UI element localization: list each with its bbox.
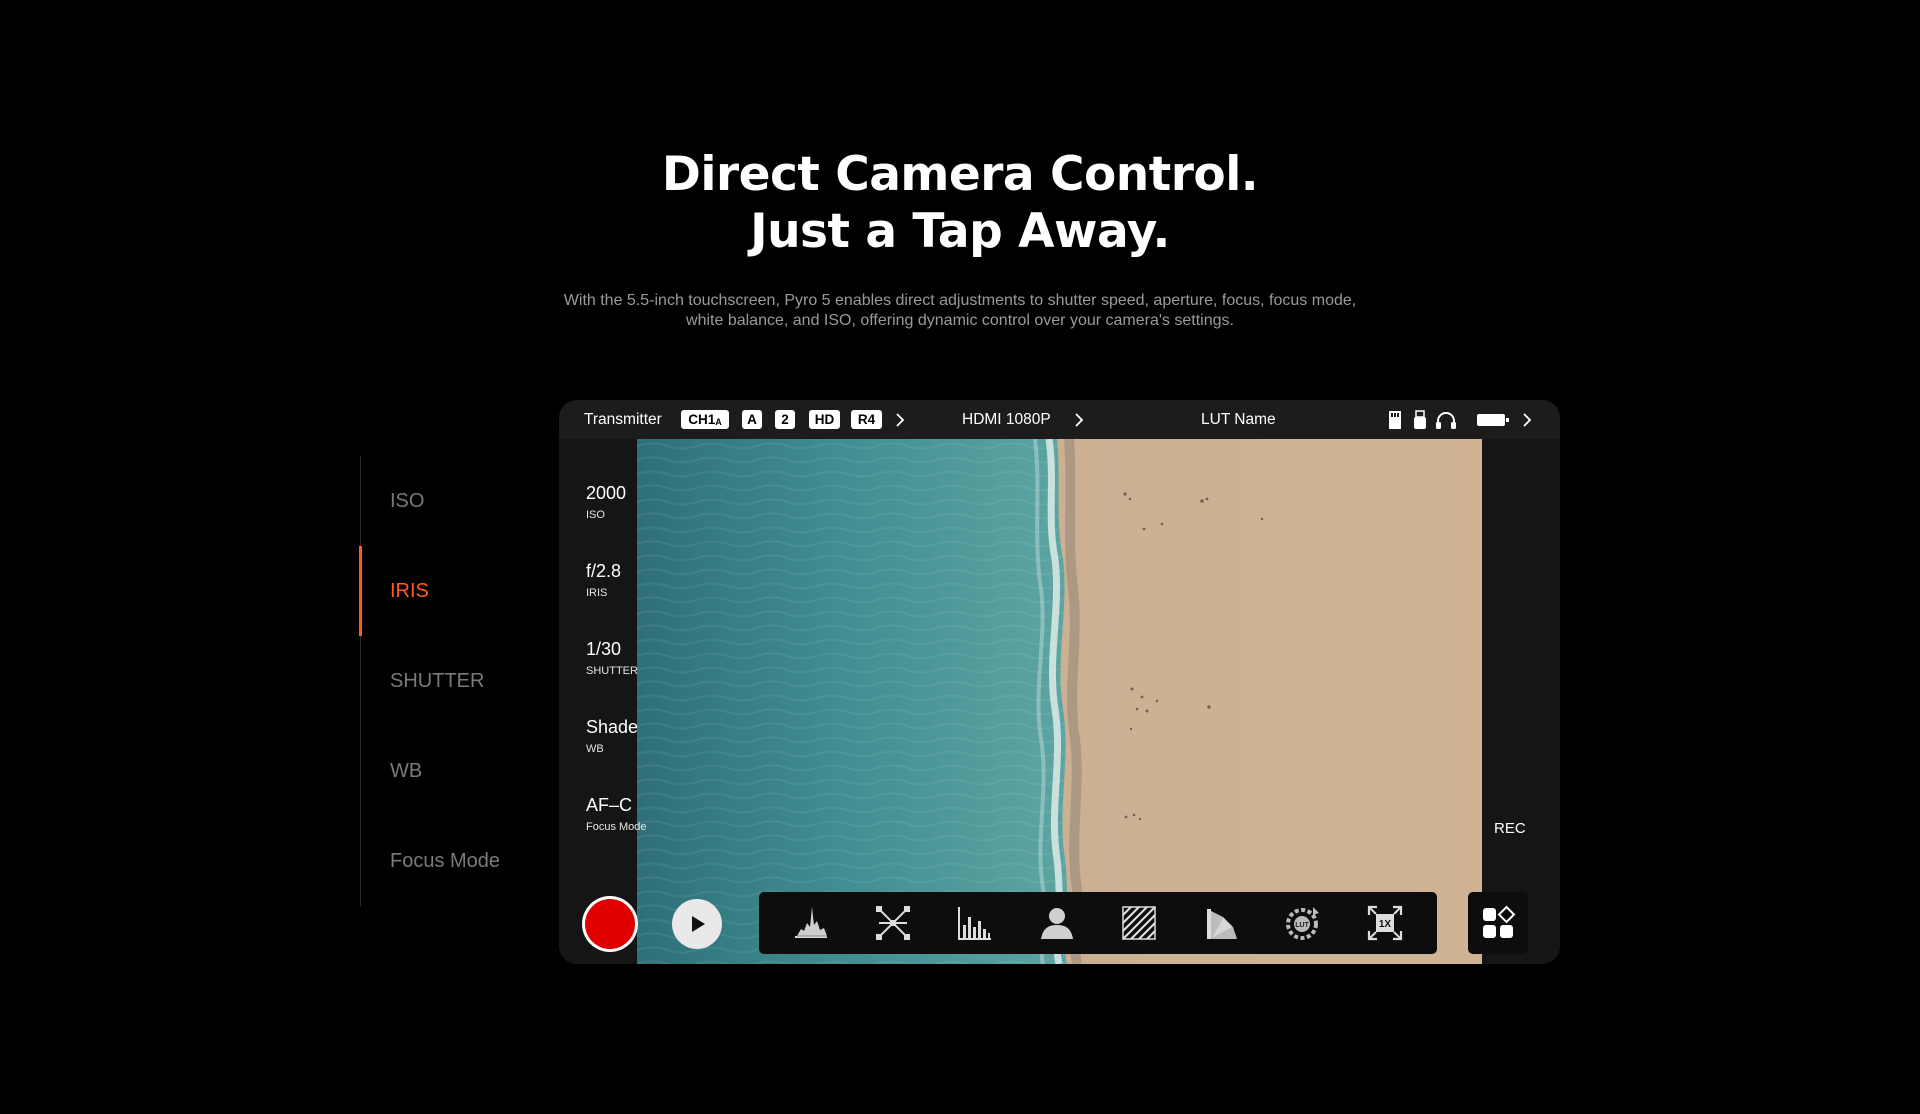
headphones-icon	[1436, 412, 1456, 429]
side-item-label: SHUTTER	[390, 669, 485, 692]
param-shutter-value: 1/30	[586, 639, 622, 659]
hero-subtitle-line-2: white balance, and ISO, offering dynamic…	[686, 312, 1234, 329]
hero-subtitle-line-1: With the 5.5-inch touchscreen, Pyro 5 en…	[563, 292, 1357, 309]
video-viewport[interactable]	[637, 439, 1482, 964]
usb-icon	[1414, 410, 1426, 429]
param-focus-mode-value: AF–C	[586, 795, 633, 815]
param-shutter-label: SHUTTER	[586, 665, 638, 677]
rec-label: REC	[1494, 820, 1526, 837]
play-icon	[692, 916, 705, 932]
hero-title: Direct Camera Control. Just a Tap Away.	[0, 146, 1920, 260]
hd-chip[interactable]: HD	[809, 410, 840, 429]
hero-title-line-2: Just a Tap Away.	[750, 204, 1170, 259]
aerial-beach-image	[637, 439, 1482, 964]
side-item-iris[interactable]: IRIS	[359, 546, 559, 636]
record-button[interactable]	[585, 899, 635, 949]
sd-card-icon	[1389, 411, 1401, 429]
param-iso-label: ISO	[586, 509, 605, 521]
top-status-bar: Transmitter CH1 A A 2 HD R4 HDMI 1080P LU…	[559, 400, 1560, 439]
lut-icon: LUT	[1286, 907, 1319, 940]
side-item-shutter[interactable]: SHUTTER	[361, 636, 561, 726]
r4-chip[interactable]: R4	[851, 410, 882, 429]
monitor-screen: 2000 ISO f/2.8 IRIS 1/30 SHUTTER Shade W…	[559, 400, 1560, 964]
zoom-level-text: 1X	[1379, 919, 1392, 930]
param-iso[interactable]: 2000 ISO	[586, 483, 626, 521]
param-iris-label: IRIS	[586, 587, 608, 599]
channel-chip-text: CH1	[688, 412, 716, 427]
apps-grid-icon	[1483, 905, 1516, 938]
param-iris[interactable]: f/2.8 IRIS	[586, 561, 621, 599]
side-item-label: Focus Mode	[390, 849, 501, 872]
histogram-icon	[958, 907, 991, 940]
param-focus-mode[interactable]: AF–C Focus Mode	[586, 795, 647, 833]
side-item-label: IRIS	[390, 579, 429, 602]
lut-tool[interactable]: LUT	[1282, 902, 1324, 944]
param-iso-value: 2000	[586, 483, 627, 503]
hero-title-line-1: Direct Camera Control.	[661, 147, 1259, 202]
zebra-tool[interactable]	[1118, 902, 1160, 944]
param-wb-label: WB	[586, 743, 604, 755]
right-panel	[1482, 439, 1560, 964]
hdmi-label[interactable]: HDMI 1080P	[962, 400, 1051, 439]
param-focus-mode-label: Focus Mode	[586, 821, 647, 833]
left-parameter-panel: 2000 ISO f/2.8 IRIS 1/30 SHUTTER Shade W…	[559, 439, 647, 964]
focus-peaking-tool[interactable]	[872, 902, 914, 944]
waveform-tool[interactable]	[790, 902, 832, 944]
histogram-tool[interactable]	[954, 902, 996, 944]
mode-2-chip[interactable]: 2	[775, 410, 795, 429]
chevron-right-icon[interactable]	[1519, 412, 1535, 428]
transmitter-label[interactable]: Transmitter	[584, 400, 662, 439]
channel-chip-sub: A	[715, 417, 722, 427]
vectorscope-tool[interactable]	[1200, 902, 1242, 944]
lut-name-label[interactable]: LUT Name	[1201, 400, 1276, 439]
side-item-label: WB	[390, 759, 423, 782]
playback-button[interactable]	[672, 899, 722, 949]
battery-icon	[1477, 414, 1509, 426]
param-wb[interactable]: Shade WB	[586, 717, 638, 755]
chevron-right-icon[interactable]	[1071, 412, 1087, 428]
zoom-tool[interactable]: 1X	[1364, 902, 1406, 944]
param-wb-value: Shade	[586, 717, 639, 737]
focus-peaking-icon	[876, 906, 910, 940]
zebra-icon	[1122, 906, 1156, 940]
apps-menu-button[interactable]	[1468, 892, 1528, 954]
hero-subtitle: With the 5.5-inch touchscreen, Pyro 5 en…	[0, 291, 1920, 331]
parameter-side-menu: ISO IRIS SHUTTER WB Focus Mode	[359, 456, 561, 906]
channel-chip[interactable]: CH1 A	[681, 410, 729, 429]
waveform-icon	[795, 907, 827, 938]
vectorscope-icon	[1207, 909, 1237, 939]
false-color-tool[interactable]	[1036, 902, 1078, 944]
lut-icon-text: LUT	[1295, 922, 1309, 929]
side-item-iso[interactable]: ISO	[361, 456, 561, 546]
side-item-wb[interactable]: WB	[361, 726, 561, 816]
side-item-label: ISO	[390, 489, 425, 512]
monitoring-toolbar: LUT 1X	[759, 892, 1437, 954]
side-item-focus-mode[interactable]: Focus Mode	[361, 816, 561, 906]
mode-a-chip[interactable]: A	[742, 410, 762, 429]
false-color-icon	[1041, 908, 1073, 939]
zoom-1x-icon: 1X	[1367, 905, 1403, 941]
param-shutter[interactable]: 1/30 SHUTTER	[586, 639, 638, 677]
chevron-right-icon[interactable]	[892, 412, 908, 428]
param-iris-value: f/2.8	[586, 561, 622, 581]
